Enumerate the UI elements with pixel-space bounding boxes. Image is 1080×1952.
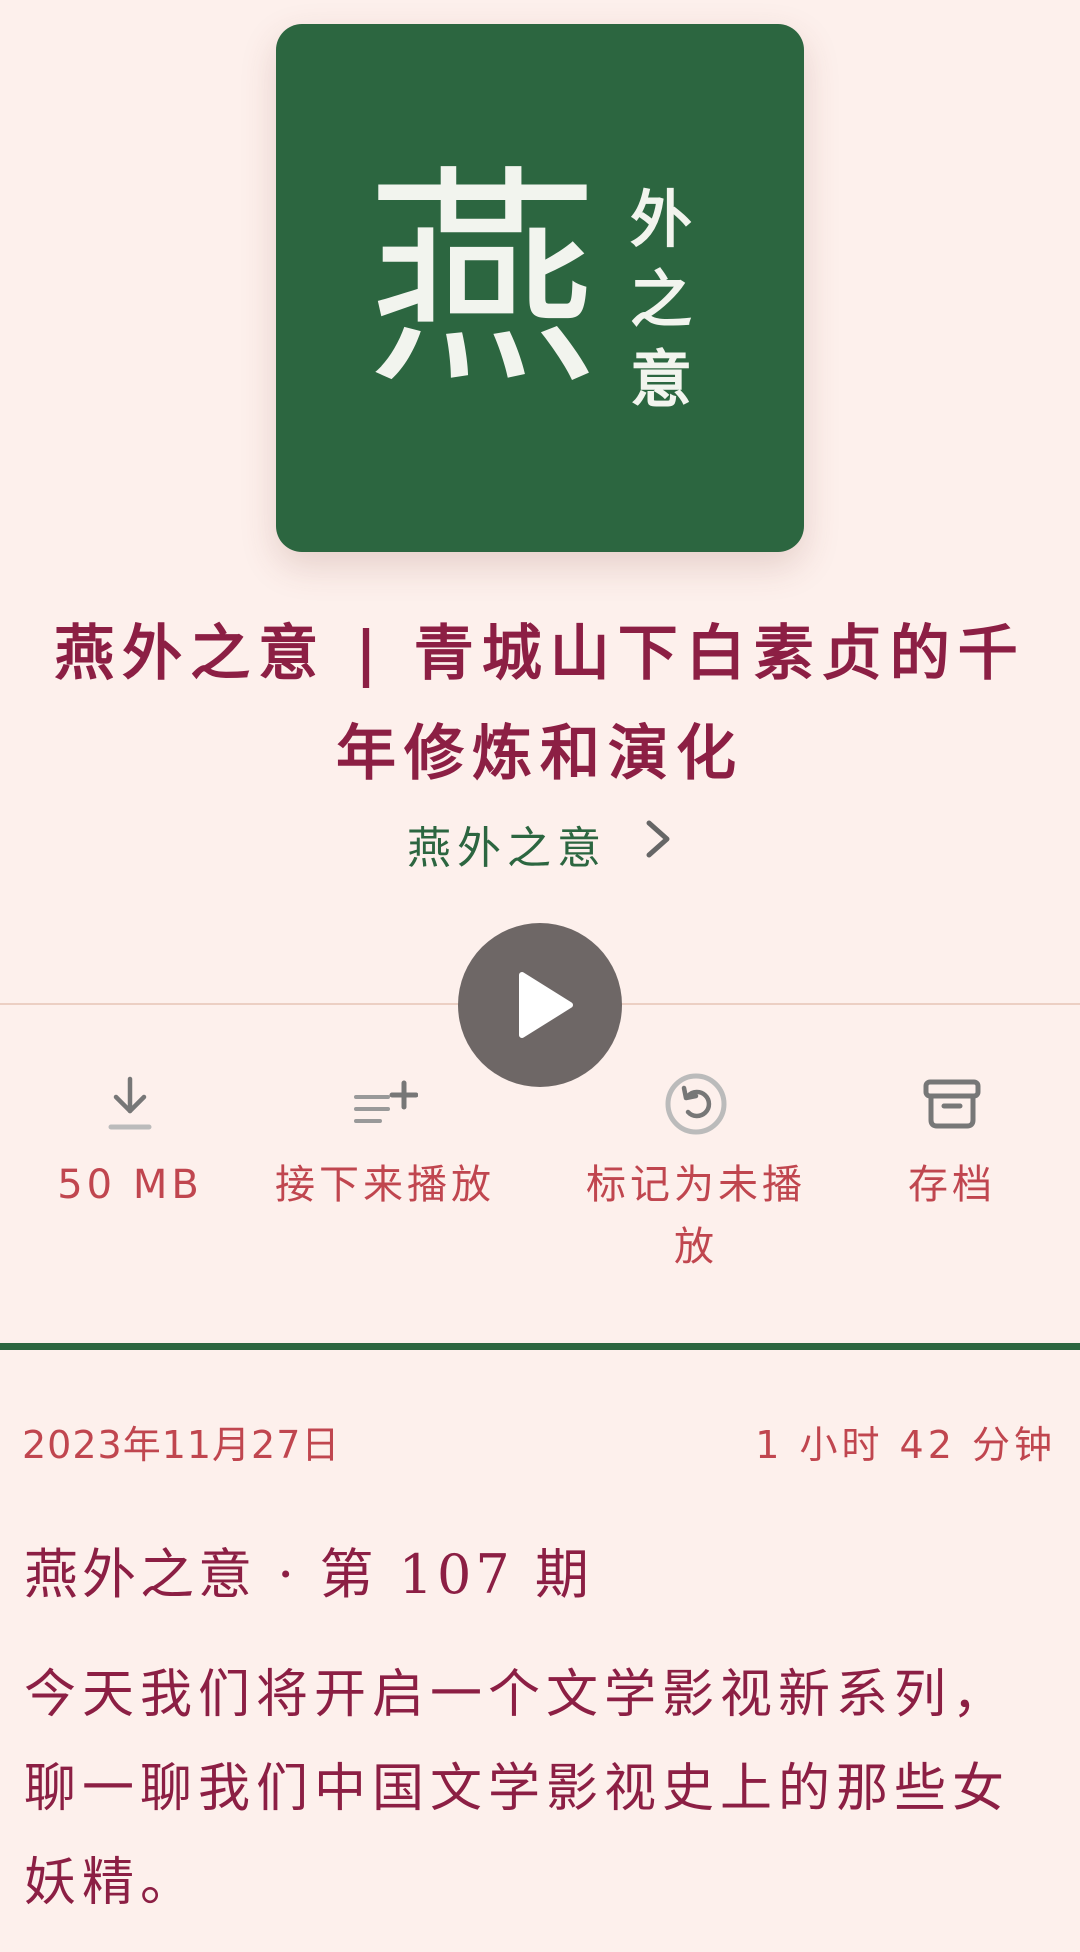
podcast-name: 燕外之意	[407, 823, 607, 874]
cover-vertical-text: 外 之 意	[629, 183, 692, 416]
podcast-name-link[interactable]: 燕外之意	[0, 812, 1080, 876]
cover-big-character: 燕	[366, 146, 599, 416]
archive-icon	[822, 1070, 1080, 1138]
archive-label: 存档	[908, 1162, 996, 1208]
play-next-button[interactable]: 接下来播放	[255, 1070, 515, 1216]
download-size-label: 50 MB	[57, 1162, 203, 1208]
progress-bar	[0, 1343, 1080, 1350]
episode-title: 燕外之意 | 青城山下白素贞的千年修炼和演化	[54, 619, 1026, 789]
episode-duration: 1 小时 42 分钟	[755, 1423, 1056, 1467]
podcast-cover-art: 燕 外 之 意	[276, 24, 804, 552]
episode-actions: 50 MB 接下来播放 标记为未播放 存档	[0, 1070, 1080, 1290]
chevron-right-icon	[643, 817, 673, 872]
mark-unplayed-icon	[566, 1070, 826, 1138]
mark-unplayed-button[interactable]: 标记为未播放	[566, 1070, 826, 1278]
download-icon	[0, 1070, 260, 1138]
publish-date: 2023年11月27日	[22, 1423, 341, 1467]
download-button[interactable]: 50 MB	[0, 1070, 260, 1216]
episode-number-label: 燕外之意 · 第 107 期	[24, 1543, 593, 1606]
play-icon	[519, 972, 573, 1038]
mark-unplayed-label: 标记为未播放	[586, 1162, 806, 1270]
play-button[interactable]	[458, 923, 622, 1087]
episode-description: 今天我们将开启一个文学影视新系列，聊一聊我们中国文学影视史上的那些女妖精。	[24, 1665, 1011, 1913]
play-next-label: 接下来播放	[275, 1162, 495, 1208]
queue-add-icon	[255, 1070, 515, 1138]
archive-button[interactable]: 存档	[822, 1070, 1080, 1216]
